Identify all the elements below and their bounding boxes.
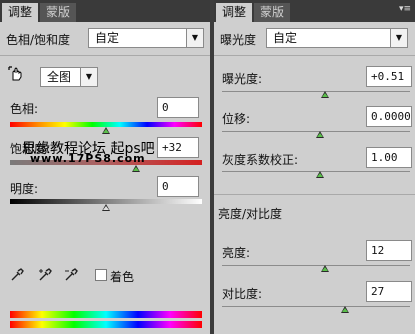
eyedropper-icon[interactable] xyxy=(10,268,24,282)
tab-masks[interactable]: 蒙版 xyxy=(254,3,291,22)
gamma-label: 灰度系数校正: xyxy=(222,153,299,167)
panel-header: 色相/饱和度 自定 ▼ xyxy=(0,22,210,56)
channel-value: 全图 xyxy=(47,70,72,84)
gamma-input[interactable]: 1.00 xyxy=(366,147,412,168)
exposure-panel: 调整 蒙版 ▾≡ 曝光度 自定 ▼ 曝光度: +0.51 位移: 0.0000 … xyxy=(214,0,415,334)
colorize-label: 着色 xyxy=(110,270,135,284)
brightness-slider-track xyxy=(222,265,410,266)
exposure-slider-track xyxy=(222,91,410,92)
preset-select[interactable]: 自定 ▼ xyxy=(88,28,204,48)
tab-masks[interactable]: 蒙版 xyxy=(40,3,77,22)
brightness-input[interactable]: 12 xyxy=(366,240,412,261)
lightness-label: 明度: xyxy=(10,182,39,196)
target-adjust-hand-icon[interactable] xyxy=(8,66,24,82)
spectrum-bar-top xyxy=(10,311,202,318)
chevron-down-icon: ▼ xyxy=(186,29,203,47)
offset-label: 位移: xyxy=(222,112,251,126)
adjustment-title: 色相/饱和度 xyxy=(6,33,71,47)
contrast-label: 对比度: xyxy=(222,287,263,301)
gamma-slider-handle[interactable] xyxy=(316,171,324,178)
lightness-slider-handle[interactable] xyxy=(102,204,110,211)
hue-label: 色相: xyxy=(10,102,39,116)
section-divider xyxy=(214,194,415,195)
colorize-checkbox[interactable] xyxy=(95,269,107,281)
brightness-slider-handle[interactable] xyxy=(321,265,329,272)
hue-saturation-panel: 调整 蒙版 色相/饱和度 自定 ▼ 全图 ▼ 色相: 0 饱和度: +32 思缘… xyxy=(0,0,210,334)
contrast-slider-track xyxy=(222,306,410,307)
tab-bar: 调整 蒙版 xyxy=(0,0,210,22)
saturation-slider-handle[interactable] xyxy=(132,165,140,172)
preset-select[interactable]: 自定 ▼ xyxy=(266,28,408,48)
exposure-label: 曝光度: xyxy=(222,72,263,86)
saturation-input[interactable]: +32 xyxy=(157,137,199,158)
preset-value: 自定 xyxy=(273,31,298,45)
tab-adjustments[interactable]: 调整 xyxy=(2,3,39,22)
channel-select[interactable]: 全图 ▼ xyxy=(40,67,98,87)
eyedropper-plus-icon[interactable] xyxy=(38,268,52,282)
exposure-slider-handle[interactable] xyxy=(321,91,329,98)
tab-adjustments[interactable]: 调整 xyxy=(216,3,253,22)
watermark-site: www.17PS8.com xyxy=(30,152,146,165)
brightness-contrast-title: 亮度/对比度 xyxy=(218,207,283,221)
offset-input[interactable]: 0.0000 xyxy=(366,106,412,127)
contrast-input[interactable]: 27 xyxy=(366,281,412,302)
adjustment-title: 曝光度 xyxy=(220,33,257,47)
exposure-input[interactable]: +0.51 xyxy=(366,66,412,87)
chevron-down-icon: ▼ xyxy=(390,29,407,47)
contrast-slider-handle[interactable] xyxy=(341,306,349,313)
panel-menu-icon[interactable]: ▾≡ xyxy=(399,4,411,14)
eyedropper-minus-icon[interactable] xyxy=(64,268,78,282)
hue-slider-handle[interactable] xyxy=(102,127,110,134)
panel-header: 曝光度 自定 ▼ xyxy=(214,22,415,56)
brightness-label: 亮度: xyxy=(222,246,251,260)
lightness-input[interactable]: 0 xyxy=(157,176,199,197)
watermark: 思缘教程论坛 起ps吧 www.17PS8.com xyxy=(22,138,155,165)
hue-input[interactable]: 0 xyxy=(157,97,199,118)
offset-slider-handle[interactable] xyxy=(316,131,324,138)
preset-value: 自定 xyxy=(95,31,120,45)
tab-bar: 调整 蒙版 ▾≡ xyxy=(214,0,415,22)
spectrum-bar-bottom xyxy=(10,321,202,328)
chevron-down-icon: ▼ xyxy=(80,68,97,86)
